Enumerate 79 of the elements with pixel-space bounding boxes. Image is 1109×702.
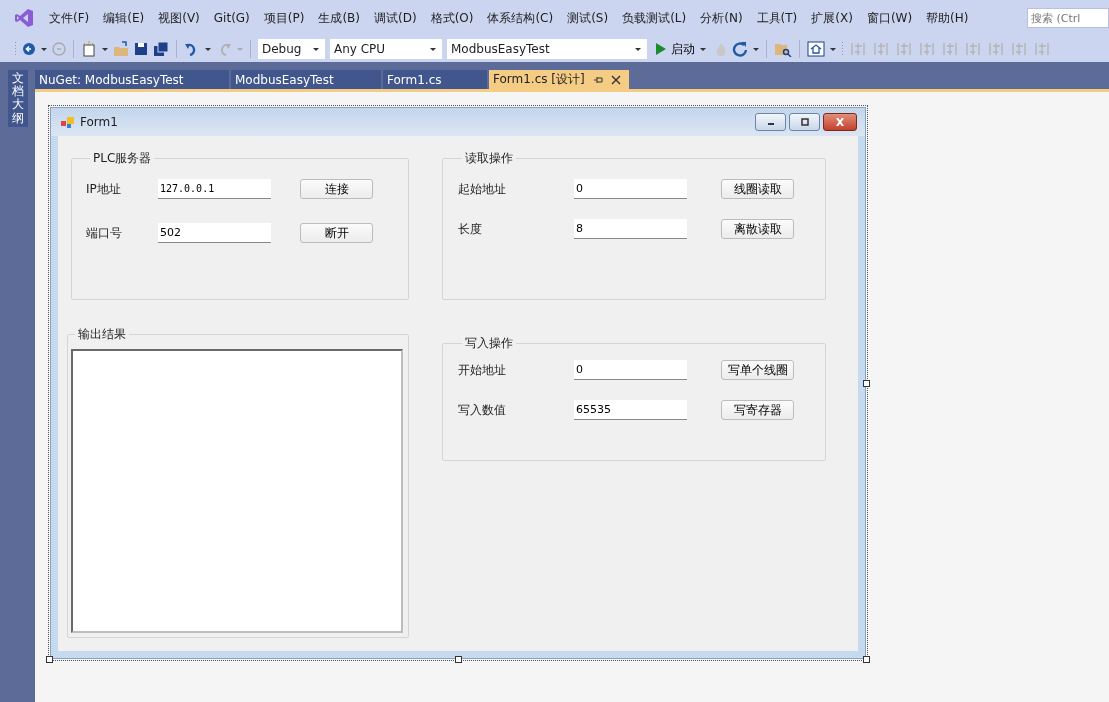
open-folder-icon[interactable] <box>113 41 129 57</box>
project-dropdown[interactable]: ModbusEasyTest <box>447 39 647 59</box>
window-title: Form1 <box>80 115 118 129</box>
menu-item[interactable]: 测试(S) <box>560 9 616 27</box>
logo-icon <box>14 8 34 28</box>
group-title: 输出结果 <box>77 326 127 343</box>
close-icon <box>835 118 845 126</box>
selection-handle[interactable] <box>863 656 870 663</box>
caret-icon[interactable] <box>102 47 108 51</box>
action-button[interactable]: 断开 <box>300 223 373 243</box>
field-label: 长度 <box>458 220 483 238</box>
start-button[interactable]: 启动 <box>652 40 710 58</box>
document-tab[interactable]: Form1.cs [设计] <box>489 70 629 89</box>
home-icon[interactable] <box>807 41 825 57</box>
menu-item[interactable]: 分析(N) <box>693 9 750 27</box>
minimize-button[interactable] <box>755 113 786 131</box>
pin-icon[interactable] <box>592 74 603 85</box>
action-button[interactable]: 写寄存器 <box>721 400 794 420</box>
menu-item[interactable]: Git(G) <box>206 11 257 25</box>
caret-icon[interactable] <box>41 47 47 51</box>
text-field[interactable]: 127.0.0.1 <box>158 179 271 199</box>
menu-item[interactable]: 负载测试(L) <box>615 9 694 27</box>
group-title: 读取操作 <box>464 150 514 167</box>
text-field[interactable]: 502 <box>158 223 271 243</box>
field-label: 写入数值 <box>458 401 507 419</box>
close-icon[interactable] <box>610 74 621 85</box>
toolbar-grip <box>14 41 17 57</box>
menu-item[interactable]: 项目(P) <box>256 9 312 27</box>
selection-handle[interactable] <box>46 656 53 663</box>
menu-item[interactable]: 工具(T) <box>749 9 805 27</box>
selection-handle[interactable] <box>863 380 870 387</box>
field-label: 开始地址 <box>458 361 507 379</box>
close-button[interactable] <box>823 113 857 131</box>
configuration-dropdown[interactable]: Debug <box>258 39 325 59</box>
search-field[interactable]: 搜索 (Ctrl <box>1027 8 1109 28</box>
caret-icon[interactable] <box>205 47 211 51</box>
play-icon <box>656 43 666 55</box>
caret-icon[interactable] <box>830 47 836 51</box>
maximize-button[interactable] <box>789 113 820 131</box>
caret-icon <box>237 47 243 51</box>
field-label: 起始地址 <box>458 180 507 198</box>
side-panel-tab[interactable]: 文档大纲 <box>7 70 28 127</box>
menu-item[interactable]: 帮助(H) <box>919 9 976 27</box>
action-button[interactable]: 连接 <box>300 179 373 199</box>
menu-item[interactable]: 生成(B) <box>311 9 367 27</box>
action-button[interactable]: 线圈读取 <box>721 179 794 199</box>
menu-item[interactable]: 视图(V) <box>151 9 207 27</box>
text-field[interactable]: 8 <box>574 219 687 239</box>
text-field[interactable]: 65535 <box>574 400 687 420</box>
menu-item[interactable]: 调试(D) <box>367 9 424 27</box>
selection-handle[interactable] <box>455 656 462 663</box>
save-icon[interactable] <box>134 42 148 56</box>
caret-icon[interactable] <box>753 47 759 51</box>
text-field[interactable]: 0 <box>574 360 687 380</box>
document-tab[interactable]: ModbusEasyTest <box>231 70 381 89</box>
menu-item[interactable]: 格式(O) <box>423 9 481 27</box>
refresh-icon[interactable] <box>732 41 748 57</box>
action-button[interactable]: 离散读取 <box>721 219 794 239</box>
document-tab[interactable]: NuGet: ModbusEasyTest <box>35 70 229 89</box>
menu-item[interactable]: 扩展(X) <box>804 9 860 27</box>
menu-item[interactable]: 体系结构(C) <box>480 9 561 27</box>
form-icon <box>61 116 75 128</box>
back-icon[interactable] <box>22 42 36 56</box>
save-all-icon[interactable] <box>153 41 169 57</box>
document-tab[interactable]: Form1.cs <box>383 70 487 89</box>
menu-item[interactable]: 编辑(E) <box>96 9 152 27</box>
toolbar-grip <box>841 41 844 57</box>
menu-item[interactable]: 窗口(W) <box>859 9 920 27</box>
folder-search-icon[interactable] <box>774 41 792 57</box>
text-field[interactable]: 0 <box>574 179 687 199</box>
platform-dropdown[interactable]: Any CPU <box>330 39 442 59</box>
group-title: 写入操作 <box>464 335 514 352</box>
new-project-icon[interactable] <box>81 41 97 57</box>
maximize-icon <box>799 118 810 126</box>
field-label: IP地址 <box>86 180 122 198</box>
group-title: PLC服务器 <box>92 150 153 167</box>
menu-item[interactable]: 文件(F) <box>42 9 97 27</box>
field-label: 端口号 <box>86 224 123 242</box>
action-button[interactable]: 写单个线圈 <box>721 360 794 380</box>
